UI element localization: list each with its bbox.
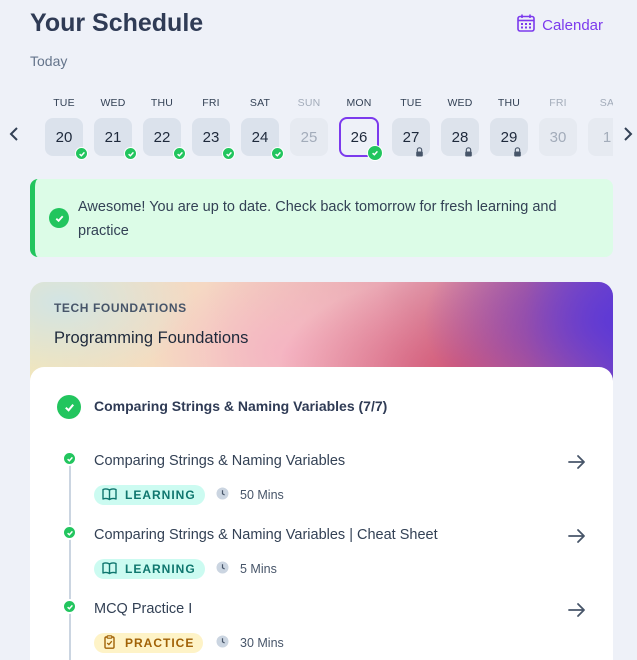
day-of-week: WED	[100, 97, 126, 109]
duration: 30 Mins	[216, 635, 284, 651]
day-fri-23[interactable]: FRI 23	[192, 95, 235, 160]
list-item: Comparing Strings & Naming Variables | C…	[30, 525, 613, 595]
check-circle-icon	[222, 147, 235, 160]
tag-label: LEARNING	[125, 562, 196, 576]
day-tue-27[interactable]: TUE 27	[392, 95, 430, 157]
day-fri-30: FRI 30	[539, 95, 577, 156]
day-of-week: MON	[346, 97, 372, 109]
day-of-week: SAT	[249, 97, 271, 109]
check-circle-icon	[62, 451, 77, 466]
day-number: 29	[500, 128, 518, 146]
day-number: 22	[153, 128, 171, 146]
day-of-week: TUE	[400, 97, 422, 109]
module-title[interactable]: Comparing Strings & Naming Variables (7/…	[94, 398, 387, 414]
day-mon-26[interactable]: MON 26	[339, 95, 383, 161]
clock-icon	[216, 635, 229, 651]
day-number: 21	[104, 128, 122, 146]
day-sun-25: SUN 25	[290, 95, 328, 156]
duration-label: 30 Mins	[240, 636, 284, 650]
day-number: 26	[350, 128, 368, 146]
day-of-week: THU	[497, 97, 521, 109]
check-circle-icon	[173, 147, 186, 160]
lock-icon	[513, 144, 522, 157]
check-circle-icon	[49, 208, 69, 228]
day-tue-20[interactable]: TUE 20	[45, 95, 88, 160]
chevron-right-icon	[622, 126, 634, 147]
lock-icon	[415, 144, 424, 157]
book-icon	[102, 561, 117, 578]
day-number: 20	[55, 128, 73, 146]
day-number: 23	[202, 128, 220, 146]
tag-label: PRACTICE	[125, 636, 195, 650]
page-title: Your Schedule	[30, 9, 204, 37]
next-week-button[interactable]	[620, 125, 636, 147]
check-circle-icon	[62, 525, 77, 540]
duration-label: 5 Mins	[240, 562, 277, 576]
course-card: TECH FOUNDATIONS Programming Foundations…	[30, 282, 613, 660]
day-number: 28	[451, 128, 469, 146]
day-number: 24	[251, 128, 269, 146]
calendar-icon	[516, 13, 536, 37]
day-of-week: SUN	[297, 97, 321, 109]
up-to-date-alert: Awesome! You are up to date. Check back …	[30, 179, 613, 257]
arrow-right-icon[interactable]	[567, 526, 587, 546]
day-thu-22[interactable]: THU 22	[143, 95, 186, 160]
date-strip: TUE 20 WED 21 THU 22 FRI 23 SAT 24 SUN 2…	[33, 95, 613, 165]
day-of-week: FRI	[202, 97, 220, 109]
clock-icon	[216, 487, 229, 503]
learning-tag: LEARNING	[94, 559, 205, 579]
day-wed-28[interactable]: WED 28	[441, 95, 479, 157]
day-wed-21[interactable]: WED 21	[94, 95, 137, 160]
day-of-week: TUE	[53, 97, 75, 109]
check-circle-icon	[62, 599, 77, 614]
calendar-link-label: Calendar	[542, 16, 603, 34]
course-category: TECH FOUNDATIONS	[54, 301, 187, 315]
today-label: Today	[30, 53, 68, 69]
practice-tag: PRACTICE	[94, 633, 204, 653]
check-circle-icon	[271, 147, 284, 160]
duration-label: 50 Mins	[240, 488, 284, 502]
duration: 50 Mins	[216, 487, 284, 503]
day-thu-29[interactable]: THU 29	[490, 95, 528, 157]
chevron-left-icon	[8, 126, 20, 147]
tag-label: LEARNING	[125, 488, 196, 502]
item-title[interactable]: MCQ Practice I	[94, 601, 192, 617]
list-item: MCQ Practice I PRACTICE 30 Mins	[30, 599, 613, 660]
day-of-week: FRI	[549, 97, 567, 109]
learning-tag: LEARNING	[94, 485, 205, 505]
clipboard-icon	[102, 634, 117, 652]
check-circle-icon	[75, 147, 88, 160]
day-of-week: THU	[150, 97, 174, 109]
day-number: 27	[402, 128, 420, 146]
day-sat-1: SA 1	[588, 95, 613, 156]
check-circle-icon	[57, 395, 81, 419]
list-item: Comparing Strings & Naming Variables LEA…	[30, 451, 613, 521]
item-title[interactable]: Comparing Strings & Naming Variables	[94, 453, 345, 469]
check-circle-icon	[367, 145, 383, 161]
calendar-link[interactable]: Calendar	[516, 13, 603, 37]
day-of-week: WED	[447, 97, 473, 109]
arrow-right-icon[interactable]	[567, 600, 587, 620]
day-number: 25	[300, 128, 318, 146]
day-of-week: SA	[599, 97, 613, 109]
module-panel: Comparing Strings & Naming Variables (7/…	[30, 367, 613, 660]
alert-message: Awesome! You are up to date. Check back …	[78, 199, 557, 239]
prev-week-button[interactable]	[6, 125, 22, 147]
day-number: 30	[549, 128, 567, 146]
duration: 5 Mins	[216, 561, 277, 577]
book-icon	[102, 487, 117, 504]
day-sat-24[interactable]: SAT 24	[241, 95, 284, 160]
check-circle-icon	[124, 147, 137, 160]
clock-icon	[216, 561, 229, 577]
course-title: Programming Foundations	[54, 329, 249, 347]
lock-icon	[464, 144, 473, 157]
arrow-right-icon[interactable]	[567, 452, 587, 472]
item-title[interactable]: Comparing Strings & Naming Variables | C…	[94, 527, 438, 543]
day-number: 1	[602, 128, 612, 146]
